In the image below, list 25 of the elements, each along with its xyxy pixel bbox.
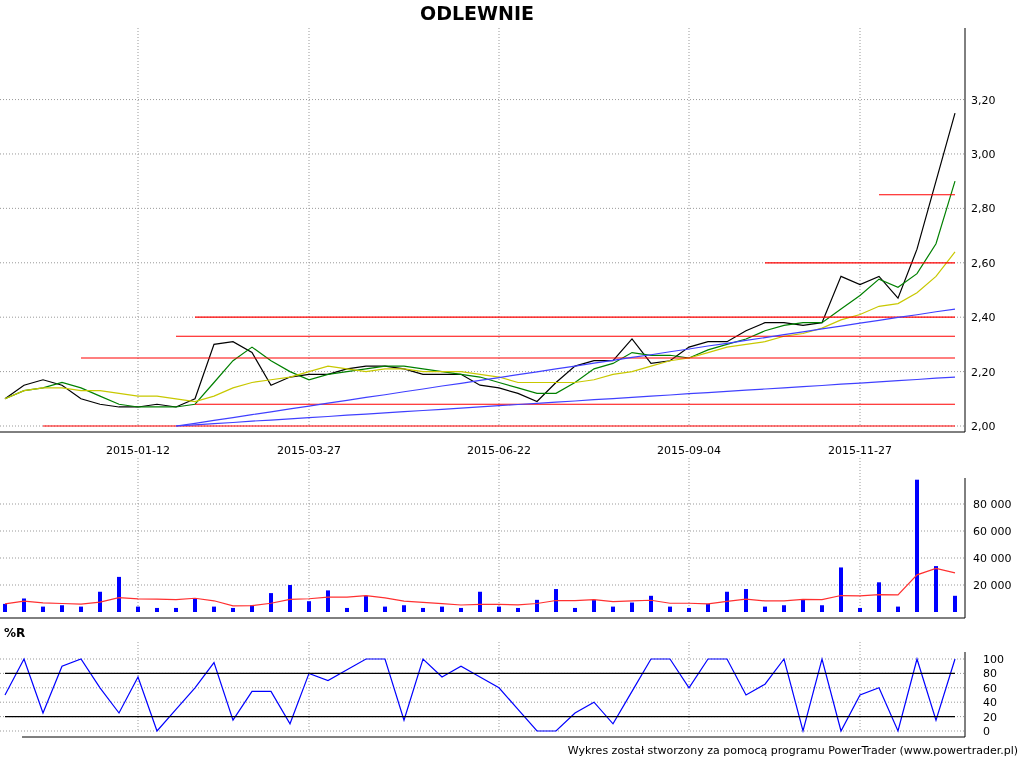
- indicator-title: %R: [3, 625, 27, 642]
- axis-label: 40: [983, 696, 997, 710]
- footer-credit: Wykres został stworzony za pomocą programu PowerTrader (www.powertrader.pl): [567, 744, 1018, 757]
- axis-label: 2,80: [971, 202, 996, 216]
- axis-label: 60 000: [973, 525, 1012, 538]
- axis-label: 2,00: [971, 420, 996, 433]
- axis-label: 40 000: [973, 552, 1012, 565]
- date-label: 2015-01-12: [106, 444, 170, 457]
- axis-label: 20: [983, 710, 997, 724]
- axis-label: 60: [983, 681, 997, 695]
- axis-label: 3,00: [971, 147, 996, 161]
- chart-title: ODLEWNIE: [419, 1, 535, 26]
- axis-label: 80 000: [973, 498, 1012, 511]
- axis-label: 100: [983, 653, 1004, 666]
- axis-label: 0: [983, 725, 990, 738]
- date-label: 2015-03-27: [277, 444, 341, 457]
- date-label: 2015-06-22: [467, 444, 531, 457]
- date-label: 2015-11-27: [828, 444, 892, 457]
- axis-label: 20 000: [973, 579, 1012, 592]
- axis-label: 2,20: [971, 365, 996, 379]
- axis-label: 80: [983, 667, 997, 681]
- date-label: 2015-09-04: [657, 444, 721, 457]
- axis-label: 2,60: [971, 256, 996, 270]
- axis-label: 3,20: [971, 93, 996, 107]
- axis-label: 2,40: [971, 311, 996, 325]
